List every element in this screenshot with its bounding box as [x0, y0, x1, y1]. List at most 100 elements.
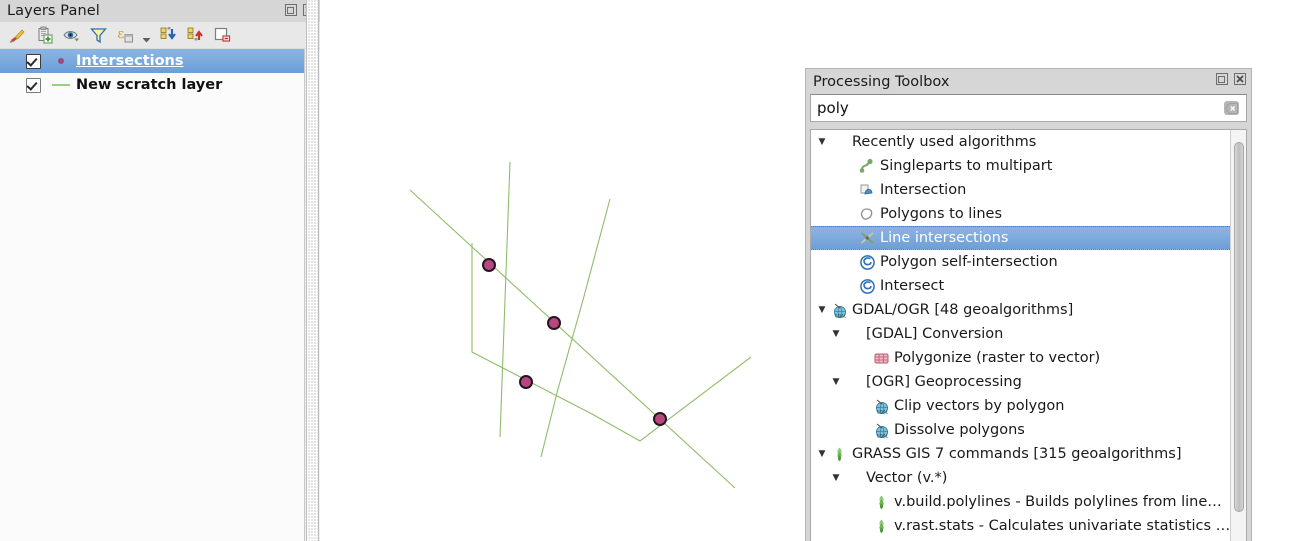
polygonize-icon	[871, 350, 891, 367]
algorithm-label: GRASS GIS 7 commands [315 geoalgorithms]	[852, 446, 1182, 462]
algorithm-label: Polygon self-intersection	[880, 254, 1058, 270]
algorithm-label: [OGR] Geoprocessing	[866, 374, 1022, 390]
expression-filter-dropdown-icon[interactable]	[142, 25, 151, 46]
grass-icon	[871, 518, 891, 535]
qgis-polygons-to-lines-icon	[857, 206, 877, 223]
algorithm-label: v.build.polylines - Builds polylines fro…	[894, 494, 1222, 510]
qgis-intersection-icon	[857, 182, 877, 199]
intersection-point-pt-3	[519, 375, 533, 389]
algorithm-label: GDAL/OGR [48 geoalgorithms]	[852, 302, 1074, 318]
close-icon[interactable]	[1233, 72, 1247, 86]
algorithm-tree-item-v-rast-stats[interactable]: v.rast.stats - Calculates univariate sta…	[811, 514, 1230, 538]
layer-name-label: New scratch layer	[76, 77, 223, 93]
qgis-window: Layers Panel ε Intersections New scratch…	[0, 0, 1305, 541]
layers-tree[interactable]: Intersections New scratch layer	[0, 49, 305, 541]
layer-row-intersections[interactable]: Intersections	[0, 49, 304, 73]
algorithm-tree-item-ogr-geoprocessing[interactable]: ▼ [OGR] Geoprocessing	[811, 370, 1230, 394]
chevron-down-icon[interactable]: ▼	[829, 473, 843, 483]
add-group-icon[interactable]	[34, 25, 54, 45]
layers-panel-titlebar: Layers Panel	[0, 0, 320, 22]
line-symbol-icon	[50, 84, 72, 86]
open-layer-styling-panel-icon[interactable]	[7, 25, 27, 45]
algorithm-tree[interactable]: ▼ Recently used algorithms Singleparts to …	[811, 130, 1230, 541]
saga-icon	[857, 278, 877, 295]
layer-visibility-checkbox[interactable]	[26, 53, 41, 69]
manage-map-themes-icon[interactable]	[61, 25, 81, 45]
float-icon[interactable]	[284, 3, 298, 17]
panel-splitter[interactable]	[306, 0, 319, 541]
point-symbol-icon	[50, 58, 72, 64]
svg-text:GDAL: GDAL	[834, 313, 846, 318]
remove-layer-icon[interactable]	[212, 25, 232, 45]
algorithm-label: v.rast.stats - Calculates univariate sta…	[894, 518, 1230, 534]
layer-visibility-checkbox[interactable]	[26, 77, 41, 93]
algorithm-tree-item-polygonize[interactable]: Polygonize (raster to vector)	[811, 346, 1230, 370]
collapse-all-icon[interactable]	[185, 25, 205, 45]
processing-toolbox-title: Processing Toolbox	[813, 73, 950, 90]
svg-text:GDAL: GDAL	[876, 433, 888, 438]
chevron-down-icon[interactable]: ▼	[815, 137, 829, 147]
algorithm-tree-item-line-intersections[interactable]: Line intersections	[811, 226, 1230, 250]
algorithm-label: Polygonize (raster to vector)	[894, 350, 1101, 366]
filter-legend-icon[interactable]	[88, 25, 108, 45]
map-line-line-d	[471, 243, 752, 442]
algorithm-tree-item-dissolve-polygons[interactable]: GDAL Dissolve polygons	[811, 418, 1230, 442]
gdal-icon: GDAL	[829, 302, 849, 319]
layer-name-label: Intersections	[76, 53, 184, 69]
algorithm-tree-item-intersect[interactable]: Intersect	[811, 274, 1230, 298]
chevron-down-icon[interactable]: ▼	[815, 449, 829, 459]
algorithm-tree-item-polygons-to-lines[interactable]: Polygons to lines	[811, 202, 1230, 226]
algorithm-tree-container: ▼ Recently used algorithms Singleparts to …	[810, 129, 1247, 541]
grass-icon	[871, 494, 891, 511]
layers-panel-title: Layers Panel	[7, 3, 100, 19]
intersection-point-pt-1	[482, 258, 496, 272]
search-input[interactable]	[811, 95, 1219, 121]
algorithm-tree-item-polygon-self-intersection[interactable]: Polygon self-intersection	[811, 250, 1230, 274]
chevron-down-icon[interactable]: ▼	[815, 305, 829, 315]
chevron-down-icon[interactable]: ▼	[829, 377, 843, 387]
gdal-icon: GDAL	[871, 398, 891, 415]
algorithm-search-box[interactable]	[810, 94, 1247, 122]
grass-icon	[829, 446, 849, 463]
algorithm-label: Recently used algorithms	[852, 134, 1037, 150]
algorithm-label: Dissolve polygons	[894, 422, 1025, 438]
map-line-line-b	[499, 161, 511, 438]
algorithm-label: Singleparts to multipart	[880, 158, 1053, 174]
algorithm-tree-item-recently-used[interactable]: ▼ Recently used algorithms	[811, 130, 1230, 154]
layer-row-new-scratch-layer[interactable]: New scratch layer	[0, 73, 304, 97]
layers-panel: Layers Panel ε Intersections New scratch…	[0, 0, 320, 541]
algorithm-tree-item-v-build-polylines[interactable]: v.build.polylines - Builds polylines fro…	[811, 490, 1230, 514]
clear-search-icon[interactable]	[1224, 101, 1239, 115]
algorithm-label: [GDAL] Conversion	[866, 326, 1004, 342]
algorithm-label: Intersection	[880, 182, 967, 198]
algorithm-tree-scrollbar[interactable]	[1230, 130, 1246, 541]
float-icon[interactable]	[1215, 72, 1229, 86]
algorithm-label: Intersect	[880, 278, 945, 294]
saga-icon	[857, 254, 877, 271]
qgis-multipart-icon	[857, 158, 877, 175]
algorithm-label: Polygons to lines	[880, 206, 1003, 222]
gdal-icon: GDAL	[871, 422, 891, 439]
algorithm-tree-item-grass-gis-7[interactable]: ▼ GRASS GIS 7 commands [315 geoalgorithms…	[811, 442, 1230, 466]
svg-text:ε: ε	[117, 27, 124, 42]
algorithm-tree-item-gdal-ogr[interactable]: ▼ GDAL GDAL/OGR [48 geoalgorithms]	[811, 298, 1230, 322]
algorithm-tree-item-intersection[interactable]: Intersection	[811, 178, 1230, 202]
algorithm-tree-item-clip-vectors-by-polygon[interactable]: GDAL Clip vectors by polygon	[811, 394, 1230, 418]
svg-text:GDAL: GDAL	[876, 409, 888, 414]
algorithm-tree-item-vector-v[interactable]: ▼ Vector (v.*)	[811, 466, 1230, 490]
expression-filter-icon[interactable]: ε	[115, 25, 135, 45]
processing-toolbox-titlebar: Processing Toolbox	[806, 69, 1251, 94]
algorithm-tree-item-singleparts-to-multipart[interactable]: Singleparts to multipart	[811, 154, 1230, 178]
algorithm-tree-item-gdal-conversion[interactable]: ▼ [GDAL] Conversion	[811, 322, 1230, 346]
scrollbar-thumb[interactable]	[1234, 142, 1244, 512]
layers-panel-toolbar: ε	[0, 22, 320, 49]
intersection-point-pt-2	[547, 316, 561, 330]
algorithm-label: Clip vectors by polygon	[894, 398, 1065, 414]
chevron-down-icon[interactable]: ▼	[829, 329, 843, 339]
algorithm-label: Line intersections	[880, 230, 1009, 246]
processing-toolbox-titlebar-buttons	[1215, 72, 1247, 86]
algorithm-label: Vector (v.*)	[866, 470, 948, 486]
intersection-point-pt-4	[653, 412, 667, 426]
expand-all-icon[interactable]	[158, 25, 178, 45]
processing-toolbox-panel: Processing Toolbox poly ▼ Recently used …	[805, 68, 1252, 541]
